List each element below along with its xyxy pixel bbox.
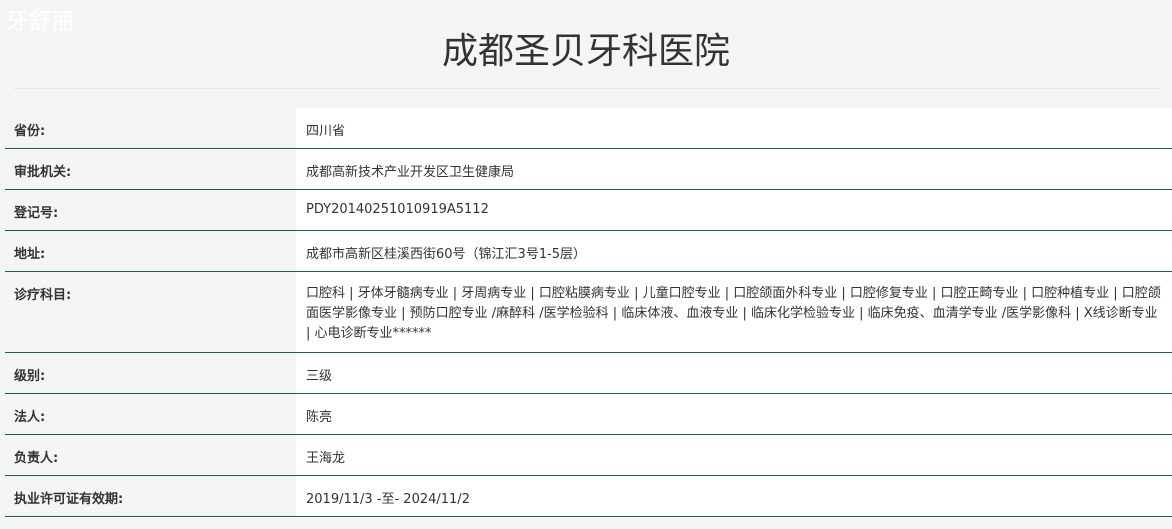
row-address: 地址: 成都市高新区桂溪西街60号（锦江汇3号1-5层）: [5, 231, 1172, 272]
row-label: 执业许可证有效期:: [5, 476, 296, 516]
row-label: 审批机关:: [5, 149, 296, 189]
row-license-validity: 执业许可证有效期: 2019/11/3 -至- 2024/11/2: [5, 476, 1172, 517]
row-label: 负责人:: [5, 435, 296, 475]
level-value: 三级: [306, 369, 333, 384]
title-divider: [14, 88, 1160, 89]
row-label: 级别:: [5, 353, 296, 393]
row-value: 陈亮: [296, 394, 1172, 434]
license-validity-value: 2019/11/3 -至- 2024/11/2: [306, 492, 470, 507]
row-level: 级别: 三级: [5, 353, 1172, 394]
registration-number-value: PDY20140251010919A5112: [306, 202, 489, 217]
approval-authority-value: 成都高新技术产业开发区卫生健康局: [306, 165, 515, 180]
row-person-in-charge: 负责人: 王海龙: [5, 435, 1172, 476]
row-province: 省份: 四川省: [5, 108, 1172, 149]
row-registration-number: 登记号: PDY20140251010919A5112: [5, 190, 1172, 231]
address-value: 成都市高新区桂溪西街60号（锦江汇3号1-5层）: [306, 247, 587, 262]
row-value: 口腔科 | 牙体牙髓病专业 | 牙周病专业 | 口腔粘膜病专业 | 儿童口腔专业…: [296, 272, 1172, 352]
row-label: 法人:: [5, 394, 296, 434]
treatment-subjects-value: 口腔科 | 牙体牙髓病专业 | 牙周病专业 | 口腔粘膜病专业 | 儿童口腔专业…: [306, 286, 1161, 341]
row-value: 王海龙: [296, 435, 1172, 475]
row-value: 2019/11/3 -至- 2024/11/2: [296, 476, 1172, 516]
row-label: 登记号:: [5, 190, 296, 230]
row-label: 诊疗科目:: [5, 272, 296, 352]
row-legal-person: 法人: 陈亮: [5, 394, 1172, 435]
row-value: 成都高新技术产业开发区卫生健康局: [296, 149, 1172, 189]
info-table: 省份: 四川省 审批机关: 成都高新技术产业开发区卫生健康局 登记号: PDY2…: [5, 108, 1172, 517]
person-in-charge-value: 王海龙: [306, 451, 346, 466]
hospital-info-page: 牙舒丽 成都圣贝牙科医院 省份: 四川省 审批机关: 成都高新技术产业开发区卫生…: [0, 0, 1172, 529]
row-value: PDY20140251010919A5112: [296, 190, 1172, 230]
province-value: 四川省: [306, 124, 346, 139]
row-value: 成都市高新区桂溪西街60号（锦江汇3号1-5层）: [296, 231, 1172, 271]
row-label: 地址:: [5, 231, 296, 271]
row-value: 四川省: [296, 108, 1172, 148]
row-treatment-subjects: 诊疗科目: 口腔科 | 牙体牙髓病专业 | 牙周病专业 | 口腔粘膜病专业 | …: [5, 272, 1172, 353]
page-title: 成都圣贝牙科医院: [441, 31, 730, 72]
row-label: 省份:: [5, 108, 296, 148]
row-value: 三级: [296, 353, 1172, 393]
legal-person-value: 陈亮: [306, 410, 333, 425]
row-approval-authority: 审批机关: 成都高新技术产业开发区卫生健康局: [5, 149, 1172, 190]
